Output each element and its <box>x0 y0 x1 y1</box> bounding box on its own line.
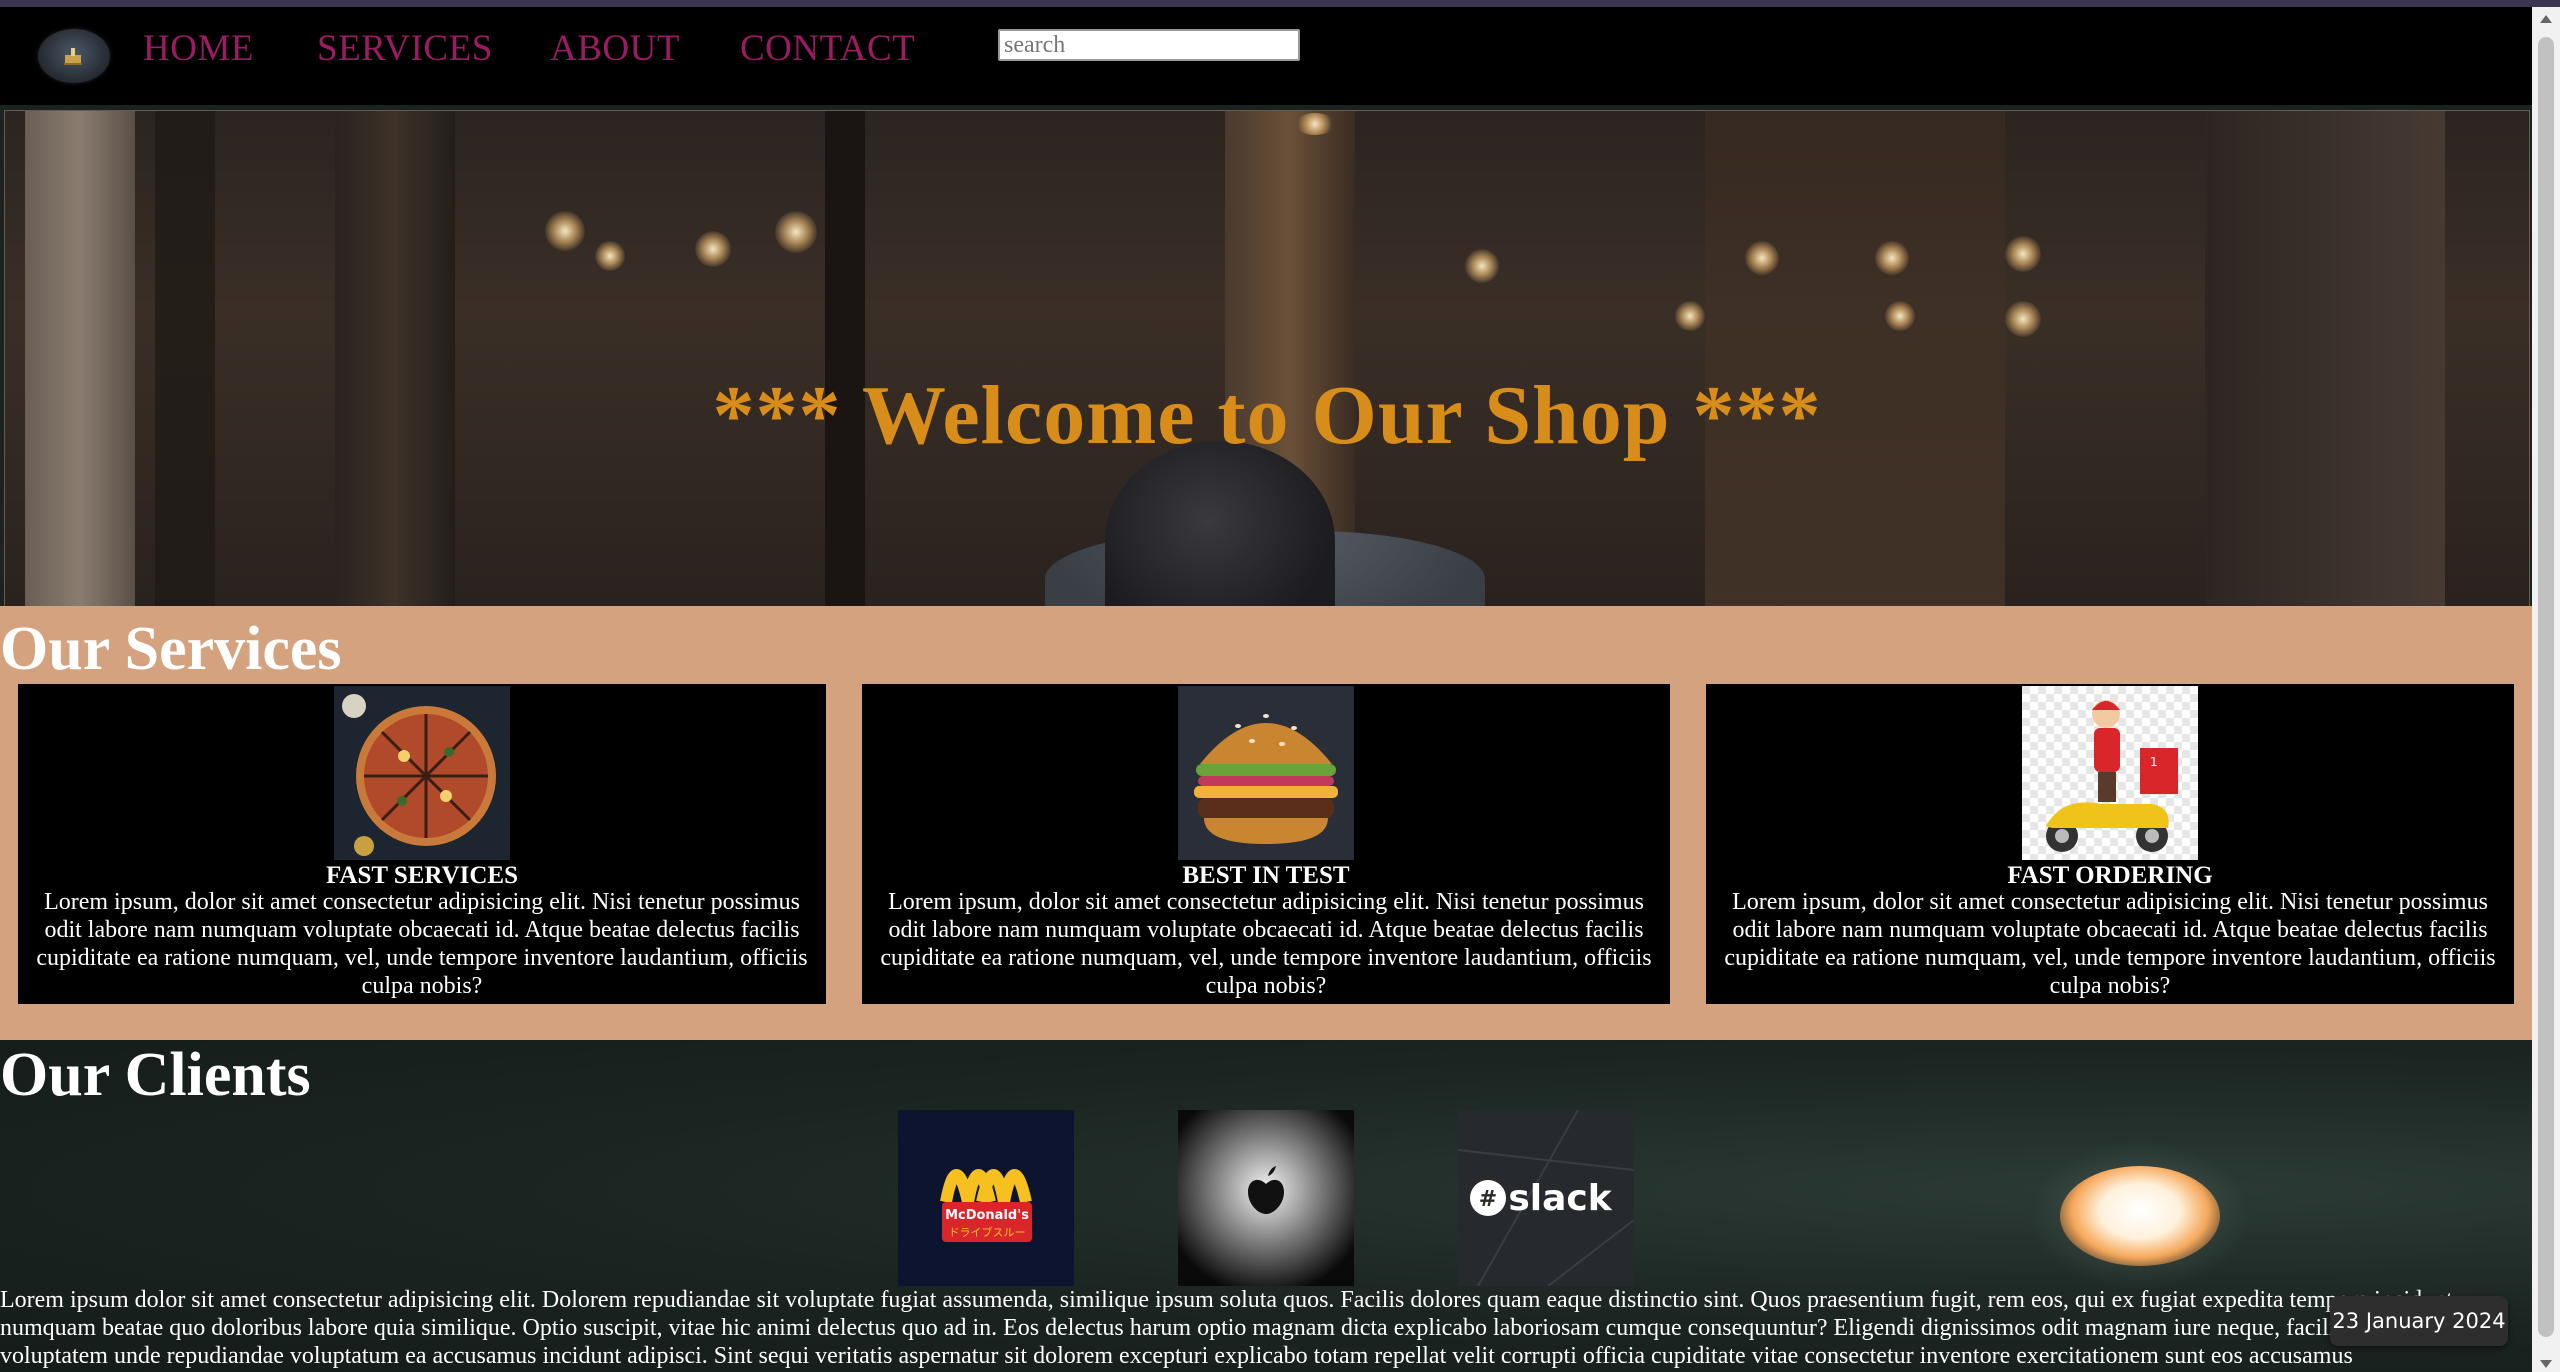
client-logo-slack: # slack <box>1458 1110 1634 1286</box>
burger-image <box>1178 686 1354 860</box>
service-card-title: BEST IN TEST <box>1182 862 1350 889</box>
svg-text:ドライブスルー: ドライブスルー <box>949 1225 1026 1239</box>
svg-text:McDonald's: McDonald's <box>945 1208 1029 1223</box>
date-tooltip: 23 January 2024 <box>2330 1296 2508 1346</box>
pizza-image <box>334 686 510 860</box>
navbar: HOME SERVICES ABOUT CONTACT <box>0 7 2532 105</box>
logo-icon <box>64 48 82 65</box>
search-input[interactable] <box>998 29 1300 61</box>
svg-text:1: 1 <box>2150 755 2158 769</box>
shop-logo[interactable] <box>38 29 110 83</box>
service-card-best-in-test: BEST IN TEST Lorem ipsum, dolor sit amet… <box>862 684 1670 1004</box>
service-card-text: Lorem ipsum, dolor sit amet consectetur … <box>880 889 1652 999</box>
hero-banner: *** Welcome to Our Shop *** <box>4 110 2530 608</box>
lamp-light <box>2060 1166 2220 1266</box>
scroll-thumb[interactable] <box>2538 37 2554 1337</box>
services-heading: Our Services <box>0 615 342 683</box>
clients-section: Our Clients McDonald's ドライブスルー # slack L… <box>0 1040 2532 1372</box>
service-card-text: Lorem ipsum, dolor sit amet consectetur … <box>1724 889 2496 999</box>
service-card-title: FAST SERVICES <box>325 862 519 889</box>
nav-home-link[interactable]: HOME <box>143 27 254 70</box>
scroll-up-arrow-icon[interactable] <box>2540 15 2552 23</box>
client-logo-apple <box>1178 1110 1354 1286</box>
service-card-text: Lorem ipsum, dolor sit amet consectetur … <box>36 889 808 999</box>
window-top-strip <box>0 0 2560 7</box>
service-card-fast-services: FAST SERVICES Lorem ipsum, dolor sit ame… <box>18 684 826 1004</box>
page-scrollbar[interactable] <box>2532 7 2560 1372</box>
svg-text:slack: slack <box>1508 1178 1612 1219</box>
services-section: Our Services FAST SERVICES Lorem ipsum, … <box>0 606 2532 1040</box>
nav-contact-link[interactable]: CONTACT <box>740 27 915 70</box>
delivery-scooter-image: 1 <box>2022 686 2198 860</box>
scroll-down-arrow-icon[interactable] <box>2540 1360 2552 1368</box>
client-logo-mcdonalds: McDonald's ドライブスルー <box>898 1110 1074 1286</box>
hero-title: *** Welcome to Our Shop *** <box>712 369 1822 463</box>
nav-services-link[interactable]: SERVICES <box>317 27 493 70</box>
service-card-fast-ordering: 1 FAST ORDERING Lorem ipsum, dolor sit a… <box>1706 684 2514 1004</box>
clients-heading: Our Clients <box>0 1041 311 1109</box>
svg-text:#: # <box>1479 1187 1497 1212</box>
clients-paragraph: Lorem ipsum dolor sit amet consectetur a… <box>0 1287 2453 1369</box>
service-card-title: FAST ORDERING <box>2007 862 2213 889</box>
nav-about-link[interactable]: ABOUT <box>550 27 680 70</box>
